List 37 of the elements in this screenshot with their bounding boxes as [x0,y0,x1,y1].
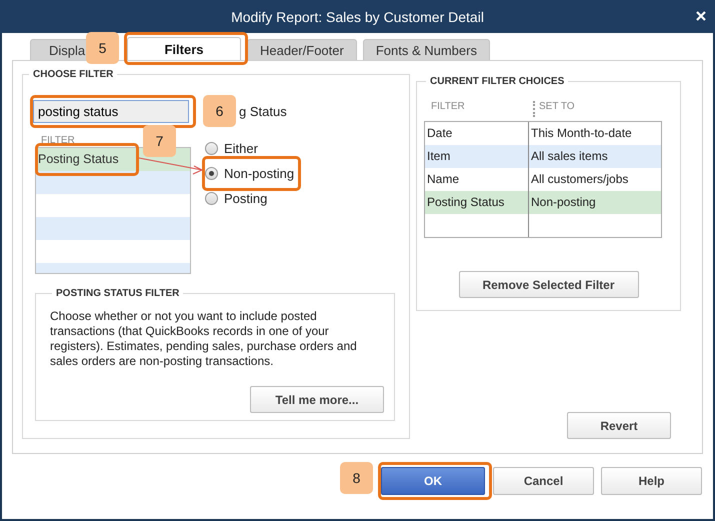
tab[interactable]: Header/Footer [247,39,357,60]
callout-tooltip: 6 [203,94,236,126]
radio-label[interactable]: Either [224,141,258,156]
remove-filter-button[interactable]: Remove Selected Filter [458,271,638,298]
dialog-button[interactable]: OK [381,467,485,495]
radio-label[interactable]: Posting [224,191,268,206]
table-cell: All sales items [528,145,661,168]
dialog-button[interactable]: Help [601,467,702,495]
table-cell-text: Date [426,125,454,142]
table-cell-text: Posting Status [426,194,506,211]
search-field[interactable]: posting status [33,100,189,122]
tell-me-more-button[interactable]: Tell me more... [250,386,384,413]
close-icon[interactable] [696,11,706,21]
table-cell-text: Name [426,171,460,188]
window-title: Modify Report: Sales by Customer Detail [231,8,484,24]
pointer-arrow [138,157,204,174]
tab[interactable]: Fonts & Numbers [362,39,490,60]
filter-label: g Status [239,104,287,118]
section-heading: CHOOSE FILTER [32,69,114,80]
table-cell-text: Item [426,148,452,165]
callout-tooltip: 5 [86,32,119,64]
description-text: Choose whether or not you want to include posted transactions (that QuickBooks records in one of your registers). Estimates, pending sales, purchase orders and sales orders are non-posting transactions. [50,309,358,369]
column-header: FILTER [430,101,466,114]
section-heading: POSTING STATUS FILTER [55,288,180,299]
radio-button[interactable] [205,167,218,180]
dialog-button[interactable]: Cancel [493,467,594,495]
table-cell: Non-posting [528,191,661,214]
revert-button[interactable]: Revert [567,412,671,439]
column-header: FILTER [41,135,75,147]
radio-button[interactable] [205,192,218,205]
radio-label[interactable]: Non-posting [224,166,294,181]
callout-tooltip: 7 [143,125,176,157]
column-header: SET TO [533,101,641,117]
callout-tooltip: 8 [340,462,373,494]
tab[interactable]: Filters [127,37,241,60]
radio-button[interactable] [205,142,218,155]
section-heading: CURRENT FILTER CHOICES [429,76,566,87]
